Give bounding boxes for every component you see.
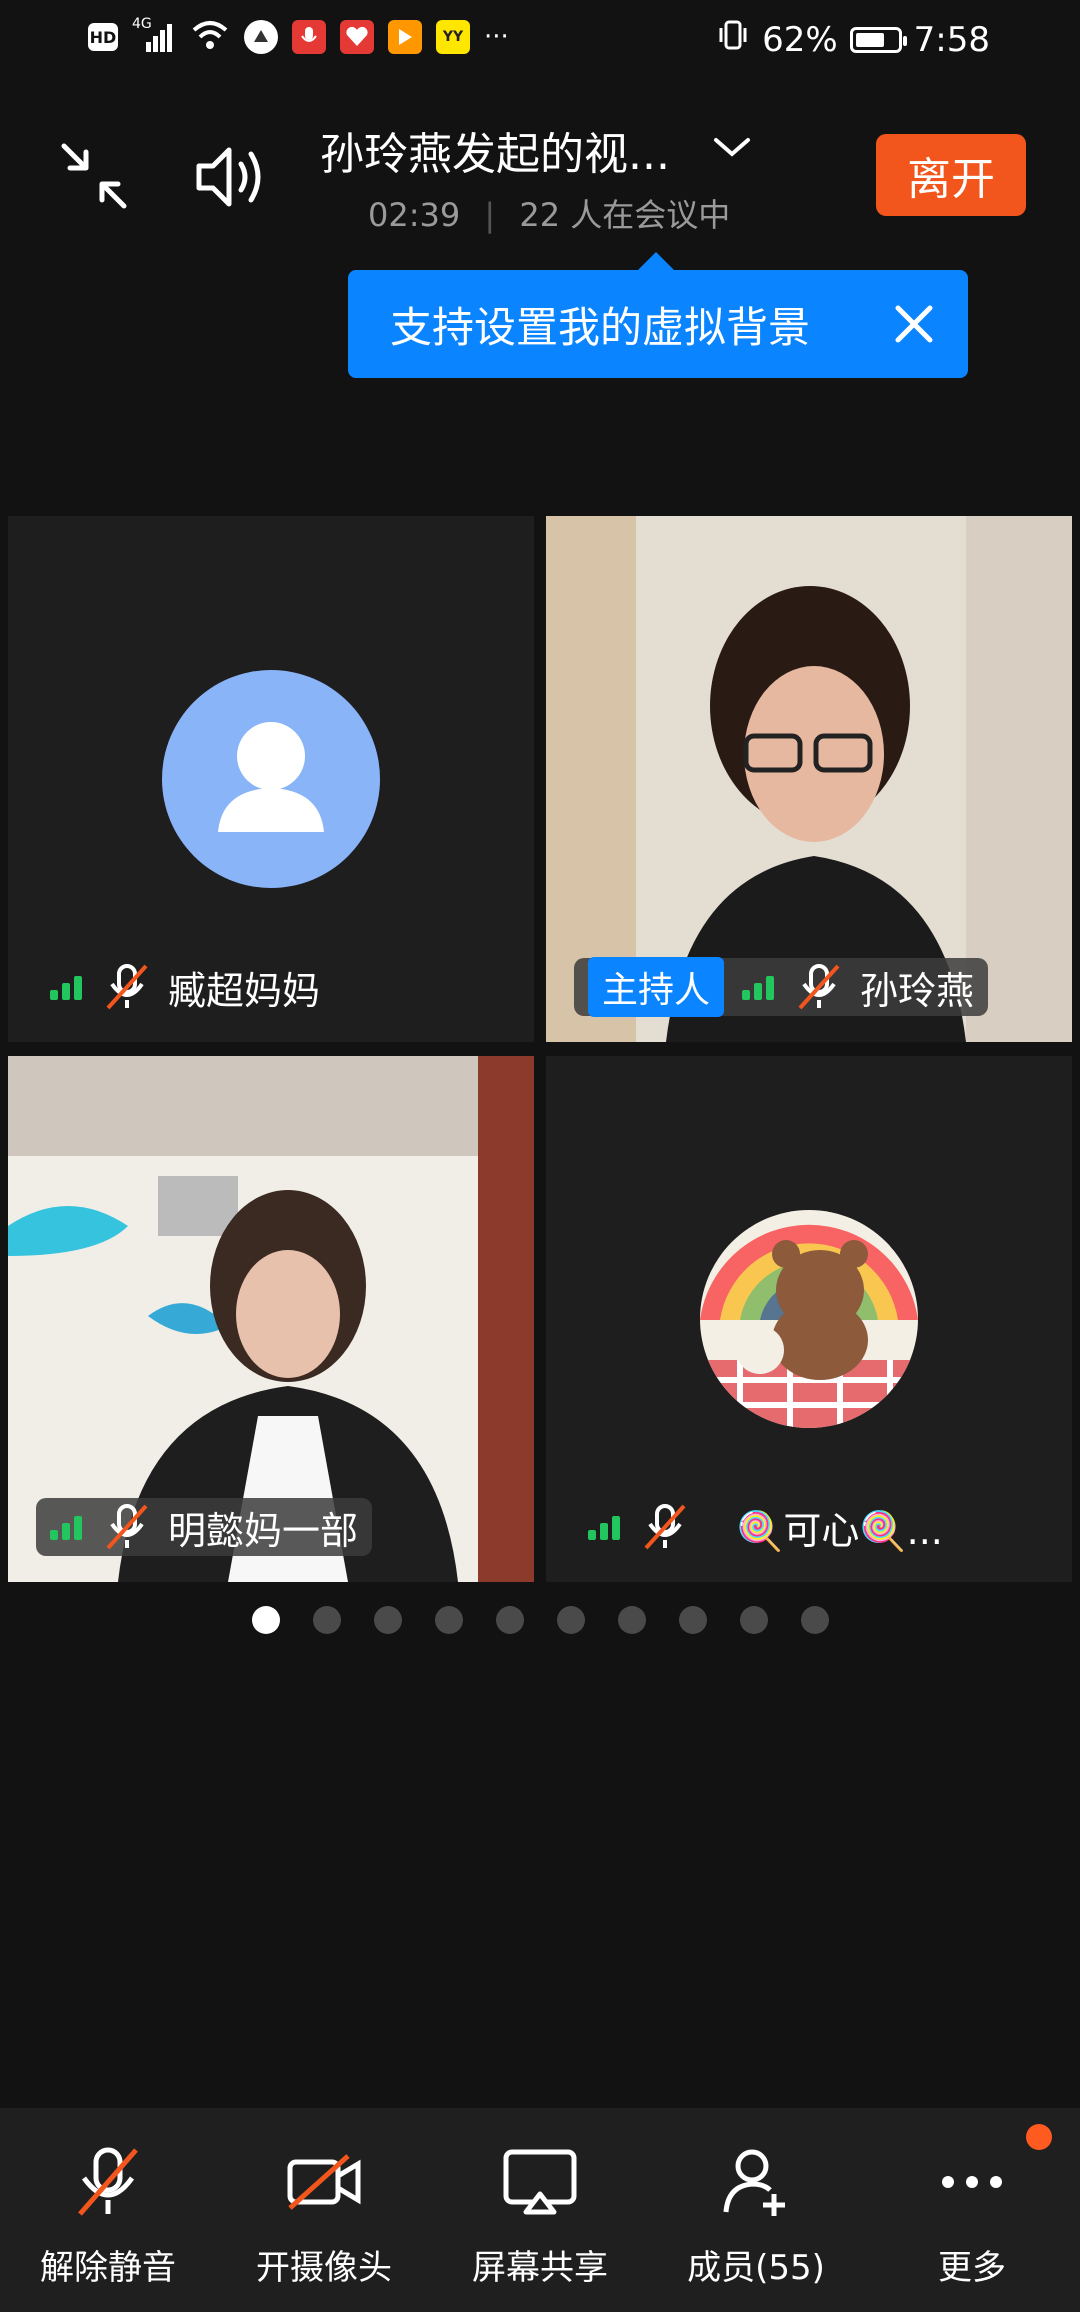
vibrate-icon: [716, 18, 750, 61]
page-dot[interactable]: [496, 1606, 524, 1634]
meeting-title[interactable]: 孙玲燕发起的视...: [320, 118, 670, 182]
heart-app-icon: [340, 20, 374, 54]
virtual-background-tooltip[interactable]: 支持设置我的虚拟背景: [348, 252, 968, 378]
clock: 7:58: [913, 19, 990, 60]
signal-strength-icon: [50, 974, 86, 1000]
members-label: 成员(55): [687, 2248, 825, 2288]
page-indicator: [252, 1606, 829, 1634]
add-member-icon: [723, 2149, 785, 2216]
minimize-window-button[interactable]: [54, 136, 134, 216]
close-icon: [895, 305, 933, 343]
host-badge: 主持人: [588, 957, 725, 1017]
screen-share-icon: [503, 2149, 577, 2215]
mic-muted-icon: [106, 1504, 148, 1550]
collapse-arrows-icon: [61, 143, 127, 209]
speaker-button[interactable]: [190, 136, 272, 218]
participant-label: 明懿妈一部: [36, 1498, 373, 1556]
microphone-recording-icon: [292, 20, 326, 54]
camera-off-icon: [287, 2154, 361, 2210]
participant-count: 22 人在会议中: [519, 196, 731, 234]
user-silhouette-icon: [218, 722, 324, 832]
screen-share-button[interactable]: 屏幕共享: [432, 2142, 648, 2289]
bear-avatar: [700, 1210, 918, 1428]
more-notifications-icon: ···: [484, 22, 509, 52]
page-dot[interactable]: [740, 1606, 768, 1634]
cellular-signal-icon: 4G: [132, 16, 176, 54]
mic-muted-icon: [644, 1504, 686, 1550]
notification-dot: [1026, 2124, 1052, 2150]
unmute-button[interactable]: 解除静音: [0, 2142, 216, 2289]
camera-button[interactable]: 开摄像头: [216, 2142, 432, 2289]
battery-percent: 62%: [762, 19, 838, 60]
leave-button[interactable]: 离开: [876, 134, 1026, 216]
close-tooltip-button[interactable]: [890, 300, 938, 348]
signal-strength-icon: [588, 1514, 624, 1540]
page-dot[interactable]: [313, 1606, 341, 1634]
more-dots-icon: [942, 2176, 1002, 2188]
default-avatar: [162, 670, 380, 888]
participant-label: 臧超妈妈: [36, 958, 334, 1016]
video-tile[interactable]: 🍭可心🍭...: [546, 1056, 1072, 1582]
page-dot[interactable]: [679, 1606, 707, 1634]
members-button[interactable]: 成员(55): [648, 2142, 864, 2289]
video-tile[interactable]: 明懿妈一部: [8, 1056, 534, 1582]
participant-label: 主持人 孙玲燕: [574, 957, 989, 1017]
participant-label: 🍭可心🍭...: [574, 1498, 957, 1556]
yy-app-icon: YY: [436, 20, 470, 54]
hd-icon: HD: [88, 23, 118, 51]
video-tile[interactable]: 臧超妈妈: [8, 516, 534, 1042]
battery-icon: [849, 26, 907, 53]
page-dot[interactable]: [374, 1606, 402, 1634]
play-app-icon: [388, 20, 422, 54]
participant-name: 🍭可心🍭...: [736, 1508, 943, 1553]
app-notification-icon: [244, 20, 278, 54]
camera-label: 开摄像头: [256, 2248, 392, 2288]
signal-strength-icon: [742, 974, 778, 1000]
mic-muted-icon: [798, 964, 840, 1010]
page-dot[interactable]: [252, 1606, 280, 1634]
tooltip-text: 支持设置我的虚拟背景: [390, 302, 811, 352]
more-label: 更多: [938, 2248, 1006, 2288]
participant-name: 孙玲燕: [860, 968, 975, 1013]
screen-share-label: 屏幕共享: [472, 2248, 608, 2288]
participant-name: 明懿妈一部: [168, 1508, 359, 1553]
page-dot[interactable]: [435, 1606, 463, 1634]
unmute-label: 解除静音: [40, 2248, 176, 2288]
elapsed-time: 02:39: [368, 196, 461, 234]
chevron-down-icon[interactable]: [712, 132, 752, 166]
status-bar: HD 4G YY ··· 62% 7:58: [0, 0, 1080, 80]
page-dot[interactable]: [618, 1606, 646, 1634]
more-button[interactable]: 更多: [864, 2142, 1080, 2289]
participant-name: 臧超妈妈: [168, 968, 321, 1013]
meeting-status: 02:39 | 22 人在会议中: [368, 196, 731, 234]
video-tile[interactable]: 主持人 孙玲燕: [546, 516, 1072, 1042]
wifi-icon: [190, 18, 230, 56]
page-dot[interactable]: [801, 1606, 829, 1634]
page-dot[interactable]: [557, 1606, 585, 1634]
mic-muted-icon: [78, 2147, 138, 2216]
mic-muted-icon: [106, 964, 148, 1010]
signal-strength-icon: [50, 1514, 86, 1540]
meeting-toolbar: 解除静音 开摄像头 屏幕共享 成员(55) 更多: [0, 2108, 1080, 2312]
speaker-icon: [196, 147, 261, 207]
